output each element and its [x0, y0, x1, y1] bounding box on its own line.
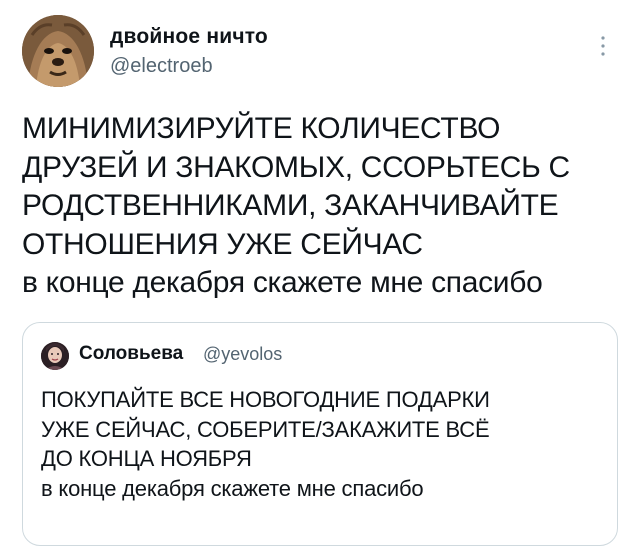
author-name[interactable]: двойное ничто — [110, 25, 268, 49]
quoted-author-name: Соловьева — [79, 343, 184, 364]
quoted-author-avatar — [41, 342, 69, 370]
tweet-text: МИНИМИЗИРУЙТЕ КОЛИЧЕСТВО ДРУЗЕЙ И ЗНАКОМ… — [22, 110, 622, 303]
more-vertical-icon[interactable] — [595, 34, 611, 60]
tweet-text-tail: в конце декабря скажете мне спасибо — [22, 266, 543, 299]
author-avatar[interactable] — [22, 15, 94, 87]
author-handle[interactable]: @electroeb — [110, 55, 213, 78]
quoted-text-tail: в конце декабря скажете мне спасибо — [41, 475, 424, 501]
tweet: двойное ничто @electroeb МИНИМИЗИРУЙТЕ К… — [0, 0, 640, 552]
avatar-image — [22, 15, 94, 87]
quoted-text-caps: ПОКУПАЙТЕ ВСЕ НОВОГОДНИЕ ПОДАРКИ УЖЕ СЕЙ… — [41, 387, 490, 471]
quoted-tweet-text: ПОКУПАЙТЕ ВСЕ НОВОГОДНИЕ ПОДАРКИ УЖЕ СЕЙ… — [41, 385, 601, 503]
quoted-tweet[interactable]: Соловьева @yevolos ПОКУПАЙТЕ ВСЕ НОВОГОД… — [22, 322, 618, 546]
tweet-text-caps: МИНИМИЗИРУЙТЕ КОЛИЧЕСТВО ДРУЗЕЙ И ЗНАКОМ… — [22, 112, 570, 261]
quoted-author-handle: @yevolos — [203, 344, 283, 364]
